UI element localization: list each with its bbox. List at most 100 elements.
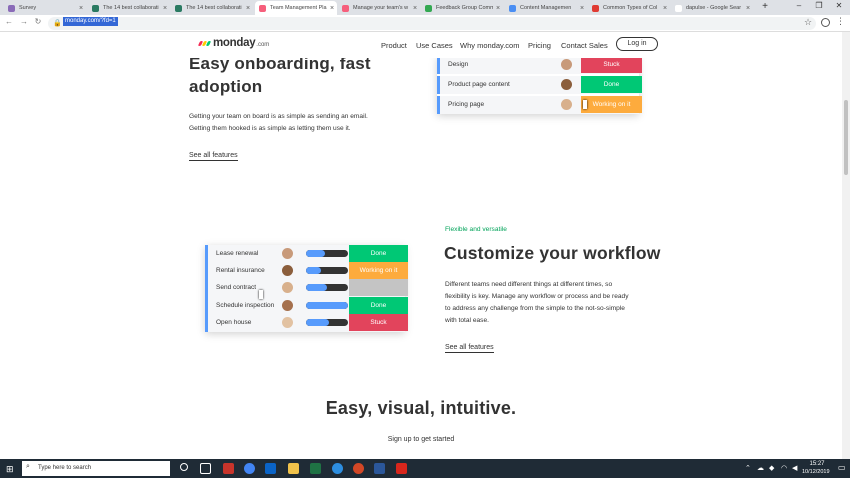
tray-network-icon[interactable]: ☁ xyxy=(757,464,764,472)
url-input[interactable]: 🔒 xyxy=(48,17,816,30)
status-badge: Working on it xyxy=(349,262,408,280)
acrobat-icon[interactable] xyxy=(396,463,407,474)
section3-heading: Easy, visual, intuitive. xyxy=(325,398,517,418)
browser-tab[interactable]: Team Management Pla × xyxy=(255,1,337,15)
chrome-icon[interactable] xyxy=(244,463,255,474)
skype-icon[interactable] xyxy=(332,463,343,474)
forward-icon[interactable]: → xyxy=(18,17,30,26)
excel-icon[interactable] xyxy=(310,463,321,474)
browser-tab[interactable]: Survey × xyxy=(4,1,86,15)
bookmark-star-icon[interactable]: ☆ xyxy=(804,17,812,28)
tab-close-icon[interactable]: × xyxy=(493,5,503,12)
tab-favicon-icon xyxy=(675,4,682,12)
word-icon[interactable] xyxy=(374,463,385,474)
tray-wifi-icon[interactable]: ◠ xyxy=(781,464,787,472)
tab-favicon-icon xyxy=(92,4,99,12)
tab-close-icon[interactable]: × xyxy=(577,5,587,12)
board-item-name: Pricing page xyxy=(448,101,485,108)
status-badge: Stuck xyxy=(349,313,408,331)
tab-close-icon[interactable]: × xyxy=(327,5,337,12)
tab-title: Feedback Group Comm xyxy=(436,5,493,11)
monday-logo[interactable]: monday .com xyxy=(197,37,270,49)
board-item-name: Open house xyxy=(216,318,252,326)
maximize-icon[interactable]: ❐ xyxy=(810,1,828,10)
browser-tab[interactable]: Manage your team's w × xyxy=(338,1,420,15)
search-icon: ⌕ xyxy=(26,463,30,470)
nav-product[interactable]: Product xyxy=(381,41,407,50)
progress-bar xyxy=(306,284,348,292)
file-explorer-icon[interactable] xyxy=(288,463,299,474)
scrollbar-thumb[interactable] xyxy=(844,100,848,175)
tab-title: The 14 best collaborati xyxy=(186,5,242,11)
nav-contact-sales[interactable]: Contact Sales xyxy=(561,41,608,50)
minimize-icon[interactable]: – xyxy=(790,1,808,10)
status-badge: Done xyxy=(581,76,642,93)
browser-tab[interactable]: Feedback Group Comm × xyxy=(421,1,503,15)
logo-suffix: .com xyxy=(256,42,270,48)
avatar xyxy=(561,79,572,90)
nav-pricing[interactable]: Pricing xyxy=(528,41,551,50)
status-badge: Done xyxy=(349,245,408,262)
windows-start-icon[interactable]: ⊞ xyxy=(6,464,14,475)
login-button[interactable]: Log in xyxy=(616,37,658,51)
menu-icon[interactable]: ⋮ xyxy=(836,16,845,27)
back-icon[interactable]: ← xyxy=(3,17,15,26)
tab-favicon-icon xyxy=(8,4,15,12)
nav-use-cases[interactable]: Use Cases xyxy=(416,41,453,50)
avatar xyxy=(282,248,293,259)
tab-title: Team Management Pla xyxy=(270,5,327,11)
tab-favicon-icon xyxy=(592,4,599,12)
close-window-icon[interactable]: ✕ xyxy=(830,1,848,10)
browser-tab[interactable]: Content Managemen × xyxy=(505,1,587,15)
tab-close-icon[interactable]: × xyxy=(743,5,753,12)
section1-board-mockup: Design Stuck Product page content Done Prici… xyxy=(437,58,642,114)
tab-close-icon[interactable]: × xyxy=(160,5,170,12)
section2-see-features-link[interactable]: See all features xyxy=(445,344,494,353)
tab-close-icon[interactable]: × xyxy=(243,5,253,12)
reload-icon[interactable]: ↻ xyxy=(32,17,44,26)
section1-see-features-link[interactable]: See all features xyxy=(189,152,238,161)
new-tab-button[interactable]: + xyxy=(756,1,774,12)
taskbar-date[interactable]: 10/12/2019 xyxy=(802,469,830,475)
tray-volume-icon[interactable]: ◀ xyxy=(792,464,797,472)
section1-heading-line1: Easy onboarding, fast xyxy=(189,58,371,73)
avatar xyxy=(282,265,293,277)
tray-chevron-icon[interactable]: ⌃ xyxy=(745,464,751,472)
status-badge: Done xyxy=(349,296,408,314)
page-content: Easy onboarding, fast adoption Getting y… xyxy=(0,58,842,459)
powerpoint-icon[interactable] xyxy=(353,463,364,474)
tab-favicon-icon xyxy=(175,4,182,12)
section2-tagline: Flexible and versatile xyxy=(445,226,507,233)
address-bar-row: ← → ↻ 🔒 ☆ ⋮ xyxy=(0,15,850,32)
tab-close-icon[interactable]: × xyxy=(410,5,420,12)
outlook-icon[interactable] xyxy=(265,463,276,474)
board-row: Product page content Done xyxy=(437,76,642,94)
tab-close-icon[interactable]: × xyxy=(76,5,86,12)
lock-icon[interactable]: 🔒 xyxy=(53,19,62,27)
browser-tab[interactable]: The 14 best collaborati × xyxy=(88,1,170,15)
tray-dropbox-icon[interactable]: ◆ xyxy=(769,464,774,472)
avatar xyxy=(561,59,572,70)
board-row: Send contract xyxy=(205,279,408,298)
browser-tab[interactable]: Common Types of Col × xyxy=(588,1,670,15)
board-item-name: Rental insurance xyxy=(216,267,265,275)
board-item-name: Schedule inspection xyxy=(216,301,275,309)
nav-why-monday[interactable]: Why monday.com xyxy=(460,41,519,50)
page-scrollbar[interactable] xyxy=(842,32,850,459)
tab-title: Common Types of Col xyxy=(603,5,658,11)
tab-title: Content Managemen xyxy=(520,5,572,11)
taskbar-time[interactable]: 15:27 xyxy=(804,461,830,467)
profile-icon[interactable] xyxy=(821,18,830,27)
status-badge: Stuck xyxy=(581,58,642,73)
notifications-icon[interactable]: ▭ xyxy=(838,463,846,472)
cortana-icon[interactable] xyxy=(180,463,188,471)
taskbar-search-box[interactable]: ⌕ Type here to search xyxy=(22,461,170,476)
tab-close-icon[interactable]: × xyxy=(660,5,670,12)
browser-tab[interactable]: dapulse - Google Sear × xyxy=(671,1,753,15)
browser-tab[interactable]: The 14 best collaborati × xyxy=(171,1,253,15)
url-text[interactable]: monday.com/?fd=1 xyxy=(63,17,118,26)
logo-word: monday xyxy=(213,37,256,49)
task-view-icon[interactable] xyxy=(200,463,211,474)
filezilla-icon[interactable] xyxy=(223,463,234,474)
section1-heading-line2: adoption xyxy=(189,77,263,96)
